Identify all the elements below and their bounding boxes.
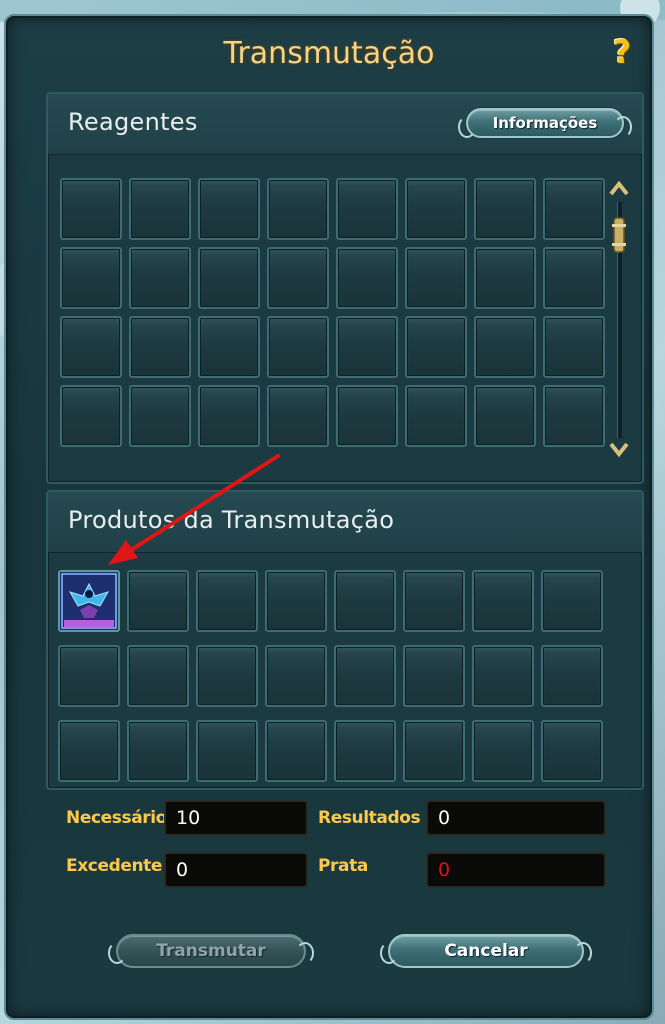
reagent-slot[interactable] — [336, 178, 398, 240]
product-slot[interactable] — [196, 720, 258, 782]
cancelar-button-label: Cancelar — [444, 941, 528, 961]
product-slot[interactable] — [58, 720, 120, 782]
reagent-slot[interactable] — [198, 385, 260, 447]
reagent-slot[interactable] — [474, 247, 536, 309]
reagent-slot[interactable] — [60, 178, 122, 240]
excedente-label: Excedente — [66, 856, 163, 876]
reagent-slot[interactable] — [267, 247, 329, 309]
cancelar-button[interactable]: Cancelar — [380, 934, 592, 968]
scroll-thumb[interactable] — [610, 216, 628, 254]
reagent-slot[interactable] — [336, 385, 398, 447]
reagent-slot[interactable] — [267, 316, 329, 378]
product-slot-filled[interactable] — [58, 570, 120, 632]
reagent-slot[interactable] — [267, 385, 329, 447]
product-slot[interactable] — [403, 645, 465, 707]
reagent-slot[interactable] — [474, 316, 536, 378]
reagent-slot[interactable] — [543, 247, 605, 309]
product-slot[interactable] — [334, 645, 396, 707]
product-slot[interactable] — [196, 570, 258, 632]
reagent-slot[interactable] — [198, 316, 260, 378]
excedente-value: 0 — [164, 852, 308, 888]
reagent-slot[interactable] — [405, 178, 467, 240]
info-button[interactable]: Informações — [458, 108, 632, 138]
product-slot[interactable] — [127, 645, 189, 707]
reagent-slot[interactable] — [129, 316, 191, 378]
product-slot[interactable] — [196, 645, 258, 707]
reagent-slot[interactable] — [198, 247, 260, 309]
reagent-slot[interactable] — [129, 178, 191, 240]
reagent-slot[interactable] — [405, 316, 467, 378]
reagent-slot[interactable] — [60, 247, 122, 309]
product-slot[interactable] — [265, 645, 327, 707]
reagent-slot[interactable] — [129, 385, 191, 447]
product-slot[interactable] — [403, 570, 465, 632]
reagents-panel: Reagentes Informações — [46, 92, 644, 484]
reagent-slot[interactable] — [198, 178, 260, 240]
scroll-up-icon[interactable] — [608, 180, 630, 198]
reagent-slot[interactable] — [336, 247, 398, 309]
product-slot[interactable] — [472, 570, 534, 632]
reagent-slot[interactable] — [60, 385, 122, 447]
window-title: Transmutação — [223, 36, 435, 71]
reagents-title: Reagentes — [68, 108, 198, 136]
products-header: Produtos da Transmutação — [48, 492, 642, 553]
product-slot-grid — [58, 570, 604, 782]
product-slot[interactable] — [58, 645, 120, 707]
product-slot[interactable] — [541, 720, 603, 782]
product-slot[interactable] — [127, 570, 189, 632]
transmutar-button-label: Transmutar — [156, 941, 266, 961]
reagent-slot-grid — [60, 178, 605, 447]
product-slot[interactable] — [541, 570, 603, 632]
reagent-slot[interactable] — [336, 316, 398, 378]
products-title: Produtos da Transmutação — [68, 506, 395, 534]
scroll-down-icon[interactable] — [608, 440, 630, 458]
product-slot[interactable] — [472, 720, 534, 782]
reagent-slot[interactable] — [474, 178, 536, 240]
reagent-slot[interactable] — [129, 247, 191, 309]
reagent-slot[interactable] — [405, 247, 467, 309]
prata-label: Prata — [318, 856, 368, 876]
reagent-slot[interactable] — [543, 316, 605, 378]
product-slot[interactable] — [265, 570, 327, 632]
question-mark-icon[interactable]: ? — [608, 34, 636, 70]
product-slot[interactable] — [265, 720, 327, 782]
product-slot[interactable] — [334, 720, 396, 782]
resultados-label: Resultados — [318, 808, 421, 828]
product-slot[interactable] — [403, 720, 465, 782]
prata-value: 0 — [426, 852, 606, 888]
product-slot[interactable] — [541, 645, 603, 707]
reagent-slot[interactable] — [474, 385, 536, 447]
reagent-slot[interactable] — [267, 178, 329, 240]
product-slot[interactable] — [472, 645, 534, 707]
transmutation-window: Transmutação ? Reagentes Informações Pro… — [4, 14, 654, 1020]
info-button-label: Informações — [492, 114, 598, 132]
product-slot[interactable] — [127, 720, 189, 782]
reagent-slot[interactable] — [543, 178, 605, 240]
resultados-value: 0 — [426, 800, 606, 836]
reagent-slot[interactable] — [405, 385, 467, 447]
transmutar-button[interactable]: Transmutar — [108, 934, 314, 968]
reagent-slot[interactable] — [543, 385, 605, 447]
reagents-header: Reagentes Informações — [48, 94, 642, 155]
necessario-label: Necessário — [66, 808, 167, 828]
phoenix-item-icon — [60, 572, 118, 630]
reagents-scrollbar[interactable] — [606, 180, 632, 462]
reagent-slot[interactable] — [60, 316, 122, 378]
necessario-value: 10 — [164, 800, 308, 836]
product-slot[interactable] — [334, 570, 396, 632]
products-panel: Produtos da Transmutação — [46, 490, 644, 790]
